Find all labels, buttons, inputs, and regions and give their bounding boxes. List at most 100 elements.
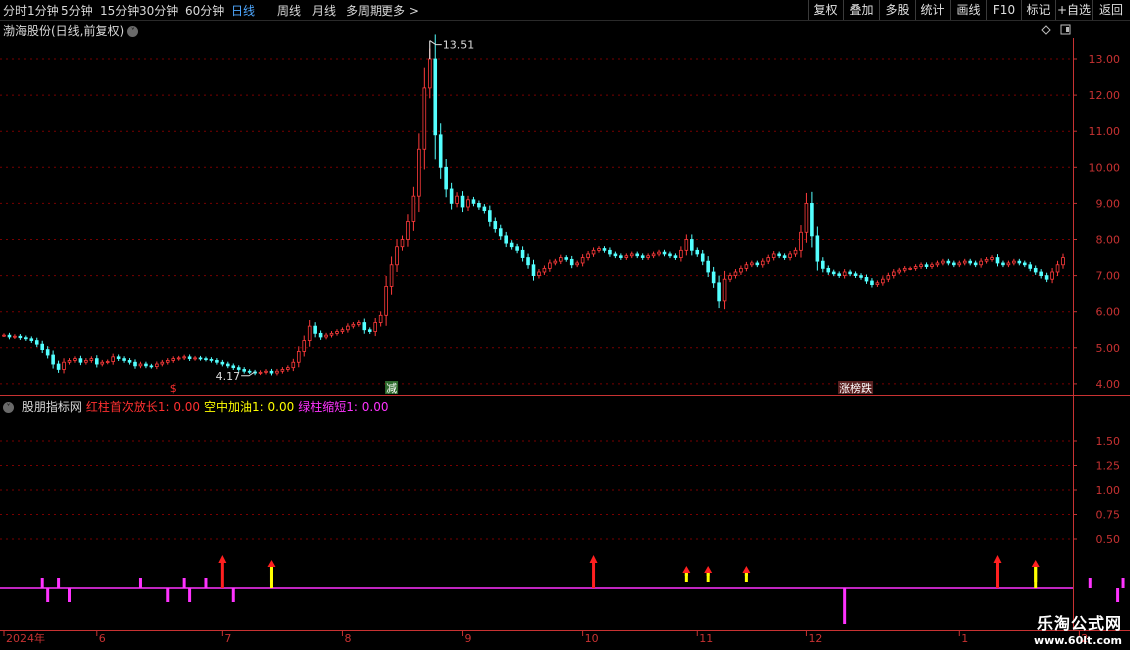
candle-body	[733, 271, 738, 276]
candle-body	[717, 282, 721, 302]
candle-body	[979, 260, 983, 266]
candle-body	[160, 361, 165, 365]
toolbar-button-0[interactable]: 复权	[808, 0, 842, 20]
toolbar-button-2[interactable]: 多股	[879, 0, 915, 20]
candle-body	[750, 262, 754, 266]
toolbar-button-6[interactable]: 标记	[1021, 0, 1055, 20]
candle-body	[695, 249, 700, 255]
candle-body	[269, 370, 274, 374]
toolbar-button-1[interactable]: 叠加	[843, 0, 879, 20]
candle-body	[67, 360, 72, 363]
candle-body	[788, 253, 792, 258]
candle-body	[668, 253, 672, 257]
candle-body	[138, 363, 143, 367]
candle-body	[891, 271, 896, 276]
candle-body	[995, 257, 1000, 264]
candle-body	[640, 255, 645, 258]
candle-body	[591, 249, 596, 255]
candle-body	[815, 235, 820, 262]
tab-0[interactable]: 分时	[3, 2, 27, 19]
candle-body	[427, 58, 432, 89]
tab-2[interactable]: 5分钟	[61, 2, 93, 19]
tab-10[interactable]: 更多 >	[381, 2, 419, 19]
candle-body	[870, 280, 874, 286]
candle-body	[973, 262, 978, 266]
candle-body	[913, 266, 918, 269]
candle-body	[957, 262, 962, 266]
time-label: 6	[99, 632, 106, 645]
candle-body	[89, 358, 94, 361]
candle-body	[111, 356, 115, 362]
tab-8[interactable]: 月线	[312, 2, 336, 19]
candle-body	[422, 87, 427, 150]
candle-body	[690, 239, 694, 251]
candle-body	[406, 221, 410, 240]
candle-body	[919, 264, 923, 267]
indicator-menu-icon[interactable]: ˅	[3, 402, 14, 413]
candle-body	[558, 257, 563, 262]
candle-body	[760, 260, 765, 266]
candle-body	[646, 255, 650, 258]
candle-body	[34, 340, 39, 345]
candle-body	[275, 370, 279, 374]
candle-body	[329, 332, 334, 336]
candle-body	[941, 260, 945, 264]
candle-body	[875, 282, 880, 286]
red-arrow-head	[589, 555, 598, 563]
candle-body	[908, 267, 912, 270]
candle-body	[1012, 260, 1016, 264]
candle-body	[1022, 262, 1027, 266]
tab-7[interactable]: 周线	[277, 2, 301, 19]
tab-4[interactable]: 30分钟	[139, 2, 178, 19]
candle-body	[335, 331, 339, 334]
toolbar-button-4[interactable]: 画线	[950, 0, 986, 20]
tab-6[interactable]: 日线	[231, 2, 255, 19]
toolbar-button-3[interactable]: 统计	[915, 0, 949, 20]
candle-body	[777, 253, 781, 257]
toolbar-button-5[interactable]: F10	[986, 0, 1021, 20]
candle-body	[122, 358, 126, 361]
time-label: 9	[465, 632, 472, 645]
candle-body	[504, 235, 509, 244]
candle-body	[171, 358, 176, 361]
tab-9[interactable]: 多周期	[346, 2, 382, 19]
panel-toggle-icon	[1060, 24, 1071, 35]
candle-body	[280, 369, 285, 372]
candle-body	[144, 363, 148, 367]
tab-5[interactable]: 60分钟	[185, 2, 224, 19]
candle-body	[548, 262, 552, 269]
time-label: 7	[224, 632, 231, 645]
candle-body	[187, 356, 192, 360]
candle-body	[935, 262, 940, 266]
candle-body	[804, 202, 809, 233]
indicator-tick-label: 1.25	[1096, 460, 1121, 473]
candle-body	[411, 195, 416, 222]
candle-body	[1006, 262, 1011, 266]
indicator-name: 股朋指标网	[18, 400, 82, 414]
candle-body	[1055, 264, 1060, 273]
candle-body	[755, 262, 760, 266]
candle-body	[706, 260, 710, 273]
candle-body	[488, 210, 492, 222]
candle-body	[373, 322, 377, 332]
high-price-label: 13.51	[443, 39, 475, 52]
tab-1[interactable]: 1分钟	[27, 2, 59, 19]
candle-body	[351, 323, 356, 327]
candle-body	[1017, 260, 1022, 264]
tab-3[interactable]: 15分钟	[100, 2, 139, 19]
yellow-arrow-head	[1031, 560, 1040, 567]
candle-body	[346, 325, 350, 331]
candle-body	[924, 264, 929, 267]
chevron-down-icon[interactable]: ˅	[127, 26, 139, 37]
candle-body	[509, 242, 514, 248]
candle-body	[826, 267, 831, 273]
price-tick-label: 11.00	[1089, 125, 1121, 138]
toolbar-button-8[interactable]: 返回	[1092, 0, 1129, 20]
candle-body	[1001, 262, 1005, 266]
candle-body	[198, 357, 203, 360]
watermark: 乐淘公式网 www.60lt.com	[1034, 610, 1122, 647]
candle-body	[477, 202, 481, 208]
candle-body	[629, 253, 634, 257]
toolbar-button-7[interactable]: +自选	[1055, 0, 1092, 20]
candle-body	[619, 255, 623, 258]
